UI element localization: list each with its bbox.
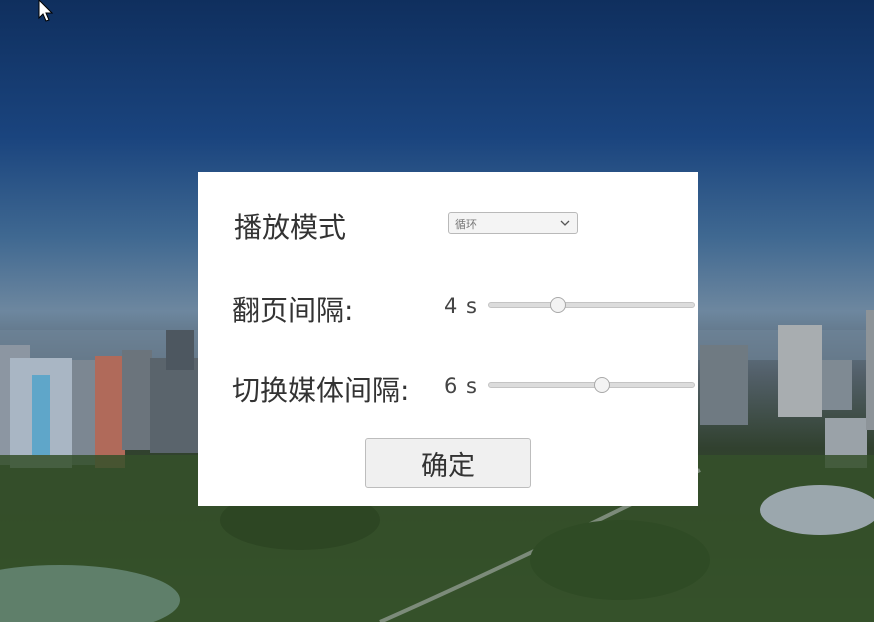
slider-track [488, 302, 695, 308]
slider-track [488, 382, 695, 388]
media-interval-slider[interactable] [488, 377, 695, 393]
play-mode-label: 播放模式 [234, 211, 347, 244]
page-interval-slider[interactable] [488, 297, 695, 313]
page-interval-label: 翻页间隔: [232, 294, 354, 327]
page-interval-value: 4 s [444, 294, 478, 318]
mouse-cursor-icon [38, 0, 54, 22]
slider-thumb[interactable] [593, 377, 610, 393]
chevron-down-icon [560, 220, 570, 226]
media-interval-value: 6 s [444, 374, 478, 398]
media-interval-label: 切换媒体间隔: [232, 374, 410, 407]
playback-settings-dialog: 播放模式 循环 翻页间隔: 4 s 切换媒体间隔: 6 s 确定 [198, 172, 698, 506]
play-mode-select[interactable]: 循环 [448, 212, 578, 234]
play-mode-selected-value: 循环 [455, 218, 477, 231]
confirm-button[interactable]: 确定 [365, 438, 531, 488]
slider-thumb[interactable] [550, 297, 567, 313]
